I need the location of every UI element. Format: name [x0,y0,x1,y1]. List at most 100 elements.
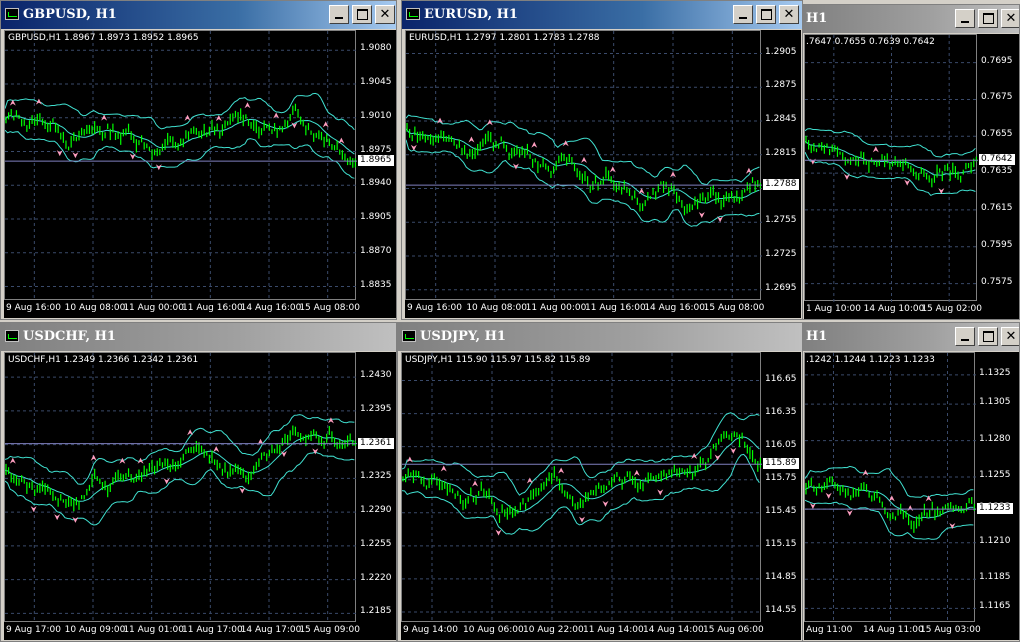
minimize-button[interactable] [955,9,975,28]
plot-area[interactable] [405,30,762,301]
y-axis-label: 0.7615 [981,202,1013,213]
symbol-header: EURUSD,H1 1.2797 1.2801 1.2783 1.2788 [409,33,600,43]
price-chart-svg [406,31,762,301]
title-bar[interactable]: EURUSD, H1 ✕ [402,1,802,29]
fractal-down-icon [495,529,502,536]
window-title: H1 [806,11,828,26]
fractal-up-icon [609,166,616,173]
maximize-button[interactable] [978,9,998,28]
window-title: H1 [806,329,828,344]
y-axis-label: 1.2290 [360,505,392,516]
chart-window-eurusd[interactable]: EURUSD, H1 ✕ EURUSD,H1 1.2797 1.2801 1.2… [401,0,803,320]
chart-area[interactable]: .7647 0.7655 0.7639 0.7642 0.7695 0.7675 0… [804,34,1019,319]
chart-window-usdchf[interactable]: USDCHF, H1 USDCHF,H1 1.2349 1.2366 1.234… [0,322,397,642]
y-axis-label: 1.8940 [360,178,392,189]
y-axis-label: 1.2725 [765,249,797,259]
y-axis-label: 1.2755 [765,215,797,226]
y-axis-label: 1.8870 [360,245,392,256]
y-axis-label: 1.2875 [765,80,797,91]
x-axis-label: 15 Aug 03:00 [920,625,981,635]
plot-area[interactable] [804,34,978,302]
fractal-up-icon [581,156,587,163]
current-price-tag: 1.1233 [977,503,1013,515]
close-button[interactable]: ✕ [1001,327,1019,346]
y-axis-label: 0.7695 [981,55,1013,66]
fractal-down-icon [602,500,609,507]
close-icon: ✕ [1005,329,1017,344]
current-price-tag: 1.8965 [358,155,394,167]
y-axis-label: 1.1305 [979,397,1011,408]
x-axis-label: 10 Aug 08:00 [466,303,528,313]
price-chart-svg [402,353,762,623]
upper-band-line [402,412,760,496]
x-axis-label: 15 Aug 06:00 [703,625,764,635]
title-bar[interactable]: GBPUSD, H1 ✕ [1,1,396,29]
chart-window-usdjpy[interactable]: USDJPY, H1 USDJPY,H1 115.90 115.97 115.8… [397,322,803,642]
fractal-down-icon [846,510,853,517]
x-axis-label: 14 Aug 11:00 [863,625,924,635]
y-axis-label: 1.2905 [765,46,797,57]
close-button[interactable]: ✕ [779,5,799,24]
symbol-header: USDCHF,H1 1.2349 1.2366 1.2342 1.2361 [8,355,199,365]
minimize-button[interactable] [733,5,753,24]
chart-window-gbpusd[interactable]: GBPUSD, H1 ✕ GBPUSD,H1 1.8967 1.8973 1.8… [0,0,397,320]
plot-area[interactable] [401,352,762,623]
x-axis-label: 14 Aug 17:00 [240,625,302,635]
fractal-down-icon [809,503,816,510]
title-bar[interactable]: USDJPY, H1 [398,323,802,351]
fractal-down-icon [809,158,816,165]
maximize-button[interactable] [756,5,776,24]
y-axis-label: 1.2325 [360,471,392,482]
y-axis-label: 1.1210 [979,535,1011,546]
price-chart-svg [5,31,357,301]
chart-window-icon [406,8,420,20]
chart-area[interactable]: USDJPY,H1 115.90 115.97 115.82 115.89 11… [401,352,801,640]
chart-window-audusd[interactable]: H1 ✕ .7647 0.7655 0.7639 0.7642 0.7695 0.… [802,4,1020,320]
chart-area[interactable]: .1242 1.1244 1.1223 1.1233 1.1325 1.1305 1… [804,352,1019,640]
y-axis-label: 1.2430 [360,370,392,381]
x-axis-label: 15 Aug 08:00 [299,303,361,313]
y-axis-label: 1.2815 [765,147,797,158]
minimize-button[interactable] [329,5,349,24]
minimize-button[interactable] [955,327,975,346]
fractal-down-icon [410,144,417,151]
plot-area[interactable] [4,30,357,301]
chart-window-icon [402,330,416,342]
chart-area[interactable]: GBPUSD,H1 1.8967 1.8973 1.8952 1.8965 1.… [4,30,396,318]
title-bar[interactable]: H1 ✕ [803,5,1019,33]
y-axis-label: 114.55 [765,604,797,615]
plot-area[interactable] [4,352,357,623]
maximize-button[interactable] [978,327,998,346]
fractal-down-icon [730,447,737,454]
y-axis-label: 116.65 [765,373,797,384]
y-axis-label: 1.1165 [979,601,1011,612]
y-axis-label: 1.2220 [360,572,392,583]
maximize-button[interactable] [352,5,372,24]
fractal-up-icon [888,495,895,502]
y-axis-label: 1.8835 [360,279,392,290]
chart-area[interactable]: USDCHF,H1 1.2349 1.2366 1.2342 1.2361 1.… [4,352,396,640]
chart-area[interactable]: EURUSD,H1 1.2797 1.2801 1.2783 1.2788 1.… [405,30,801,318]
y-axis-label: 1.9010 [360,110,392,121]
symbol-header: GBPUSD,H1 1.8967 1.8973 1.8952 1.8965 [8,33,199,43]
close-button[interactable]: ✕ [1001,9,1019,28]
title-bar[interactable]: H1 ✕ [803,323,1019,351]
y-axis-label: 1.2255 [360,538,392,549]
y-axis-label: 115.15 [765,538,797,549]
x-axis-label: 11 Aug 16:00 [585,303,646,313]
y-axis-label: 114.85 [765,571,797,582]
price-chart-svg [5,353,357,623]
fractal-down-icon [657,489,664,496]
fractal-up-icon [187,429,194,436]
title-bar[interactable]: USDCHF, H1 [1,323,396,351]
x-axis-label: 9 Aug 16:00 [407,303,462,313]
y-axis-label: 1.8905 [360,212,392,223]
close-button[interactable]: ✕ [375,5,395,24]
fractal-down-icon [904,179,911,186]
x-axis-label: 9 Aug 17:00 [6,625,61,635]
chart-window-icon [5,330,19,342]
plot-area[interactable] [804,352,976,623]
chart-window-usdcad[interactable]: H1 ✕ .1242 1.1244 1.1223 1.1233 1.1325 1.… [802,322,1020,642]
current-price-tag: 1.2361 [358,437,394,449]
close-icon: ✕ [783,7,795,22]
